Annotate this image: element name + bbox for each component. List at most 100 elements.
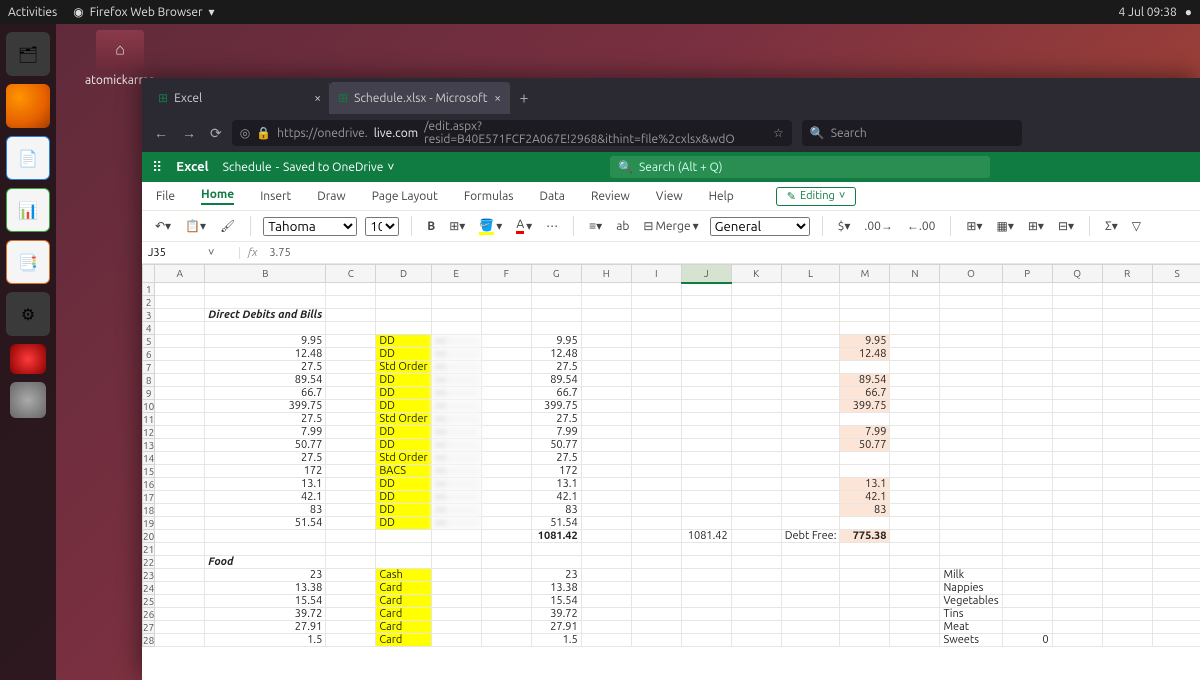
cell-C24[interactable]: [326, 582, 376, 595]
cell-M22[interactable]: [840, 556, 890, 569]
cell-J19[interactable]: [681, 517, 731, 530]
cell-L3[interactable]: [781, 309, 840, 322]
cell-S12[interactable]: [1152, 426, 1200, 439]
cell-Q8[interactable]: [1052, 374, 1102, 387]
cell-J27[interactable]: [681, 621, 731, 634]
cell-S24[interactable]: [1152, 582, 1200, 595]
cell-R19[interactable]: [1102, 517, 1152, 530]
col-header-B[interactable]: B: [205, 265, 326, 283]
cell-D7[interactable]: Std Order: [376, 361, 431, 374]
row-header-1[interactable]: 1: [143, 283, 155, 296]
url-bar[interactable]: ◎ 🔒 https://onedrive.live.com/edit.aspx?…: [232, 120, 792, 146]
row-header-16[interactable]: 16: [143, 478, 155, 491]
cell-A13[interactable]: [155, 439, 205, 452]
cell-D28[interactable]: Card: [376, 634, 431, 647]
cell-Q26[interactable]: [1052, 608, 1102, 621]
cell-M24[interactable]: [840, 582, 890, 595]
cell-F23[interactable]: [481, 569, 531, 582]
cell-K7[interactable]: [731, 361, 781, 374]
cell-R20[interactable]: [1102, 530, 1152, 543]
cell-A10[interactable]: [155, 400, 205, 413]
cell-P26[interactable]: [1002, 608, 1052, 621]
cell-S19[interactable]: [1152, 517, 1200, 530]
cell-B1[interactable]: [205, 283, 326, 296]
decimal-dec-button[interactable]: .00→: [861, 217, 896, 235]
cell-R1[interactable]: [1102, 283, 1152, 296]
cell-Q23[interactable]: [1052, 569, 1102, 582]
row-header-5[interactable]: 5: [143, 335, 155, 348]
cell-R9[interactable]: [1102, 387, 1152, 400]
cell-M20[interactable]: 775.38: [840, 530, 890, 543]
cell-N7[interactable]: [890, 361, 940, 374]
cell-R4[interactable]: [1102, 322, 1152, 335]
cell-N24[interactable]: [890, 582, 940, 595]
cell-B2[interactable]: [205, 296, 326, 309]
cell-F21[interactable]: [481, 543, 531, 556]
cell-D16[interactable]: DD: [376, 478, 431, 491]
cell-J22[interactable]: [681, 556, 731, 569]
cell-Q25[interactable]: [1052, 595, 1102, 608]
cell-L18[interactable]: [781, 504, 840, 517]
cell-M9[interactable]: 66.7: [840, 387, 890, 400]
formula-value[interactable]: 3.75: [265, 247, 294, 259]
cell-E11[interactable]: —: [431, 413, 481, 426]
cell-F6[interactable]: [481, 348, 531, 361]
cell-O25[interactable]: Vegetables: [940, 595, 1002, 608]
cell-H24[interactable]: [581, 582, 631, 595]
col-header-O[interactable]: O: [940, 265, 1002, 283]
cell-L10[interactable]: [781, 400, 840, 413]
cell-P5[interactable]: [1002, 335, 1052, 348]
cell-K13[interactable]: [731, 439, 781, 452]
cell-L6[interactable]: [781, 348, 840, 361]
cell-N5[interactable]: [890, 335, 940, 348]
insert-cells-button[interactable]: ⊞▾: [1025, 217, 1047, 235]
cell-A21[interactable]: [155, 543, 205, 556]
cell-B5[interactable]: 9.95: [205, 335, 326, 348]
cell-D10[interactable]: DD: [376, 400, 431, 413]
tab-excel[interactable]: ⊞ Excel ×: [150, 82, 330, 114]
row-header-23[interactable]: 23: [143, 569, 155, 582]
cell-N3[interactable]: [890, 309, 940, 322]
cell-K16[interactable]: [731, 478, 781, 491]
cell-J13[interactable]: [681, 439, 731, 452]
cell-D8[interactable]: DD: [376, 374, 431, 387]
cell-S20[interactable]: [1152, 530, 1200, 543]
cell-S23[interactable]: [1152, 569, 1200, 582]
firefox-app-icon[interactable]: [6, 84, 50, 128]
cell-S14[interactable]: [1152, 452, 1200, 465]
cell-Q28[interactable]: [1052, 634, 1102, 647]
cell-M1[interactable]: [840, 283, 890, 296]
cell-N20[interactable]: [890, 530, 940, 543]
cell-F19[interactable]: [481, 517, 531, 530]
cell-F22[interactable]: [481, 556, 531, 569]
cell-P18[interactable]: [1002, 504, 1052, 517]
cell-P27[interactable]: [1002, 621, 1052, 634]
cell-H25[interactable]: [581, 595, 631, 608]
cell-D15[interactable]: BACS: [376, 465, 431, 478]
row-header-4[interactable]: 4: [143, 322, 155, 335]
cell-N18[interactable]: [890, 504, 940, 517]
cell-A4[interactable]: [155, 322, 205, 335]
row-header-12[interactable]: 12: [143, 426, 155, 439]
bold-button[interactable]: B: [424, 218, 438, 235]
cell-B7[interactable]: 27.5: [205, 361, 326, 374]
cell-E13[interactable]: —: [431, 439, 481, 452]
cell-R12[interactable]: [1102, 426, 1152, 439]
cell-J17[interactable]: [681, 491, 731, 504]
cell-M6[interactable]: 12.48: [840, 348, 890, 361]
cell-A2[interactable]: [155, 296, 205, 309]
cell-E15[interactable]: —: [431, 465, 481, 478]
cell-P7[interactable]: [1002, 361, 1052, 374]
cell-C13[interactable]: [326, 439, 376, 452]
cell-C7[interactable]: [326, 361, 376, 374]
raspberry-icon[interactable]: [10, 344, 46, 374]
cell-C9[interactable]: [326, 387, 376, 400]
cell-L4[interactable]: [781, 322, 840, 335]
cell-N16[interactable]: [890, 478, 940, 491]
cell-F2[interactable]: [481, 296, 531, 309]
currency-button[interactable]: $▾: [835, 217, 854, 235]
cell-M27[interactable]: [840, 621, 890, 634]
cell-J28[interactable]: [681, 634, 731, 647]
cell-G17[interactable]: 42.1: [531, 491, 581, 504]
cell-L7[interactable]: [781, 361, 840, 374]
